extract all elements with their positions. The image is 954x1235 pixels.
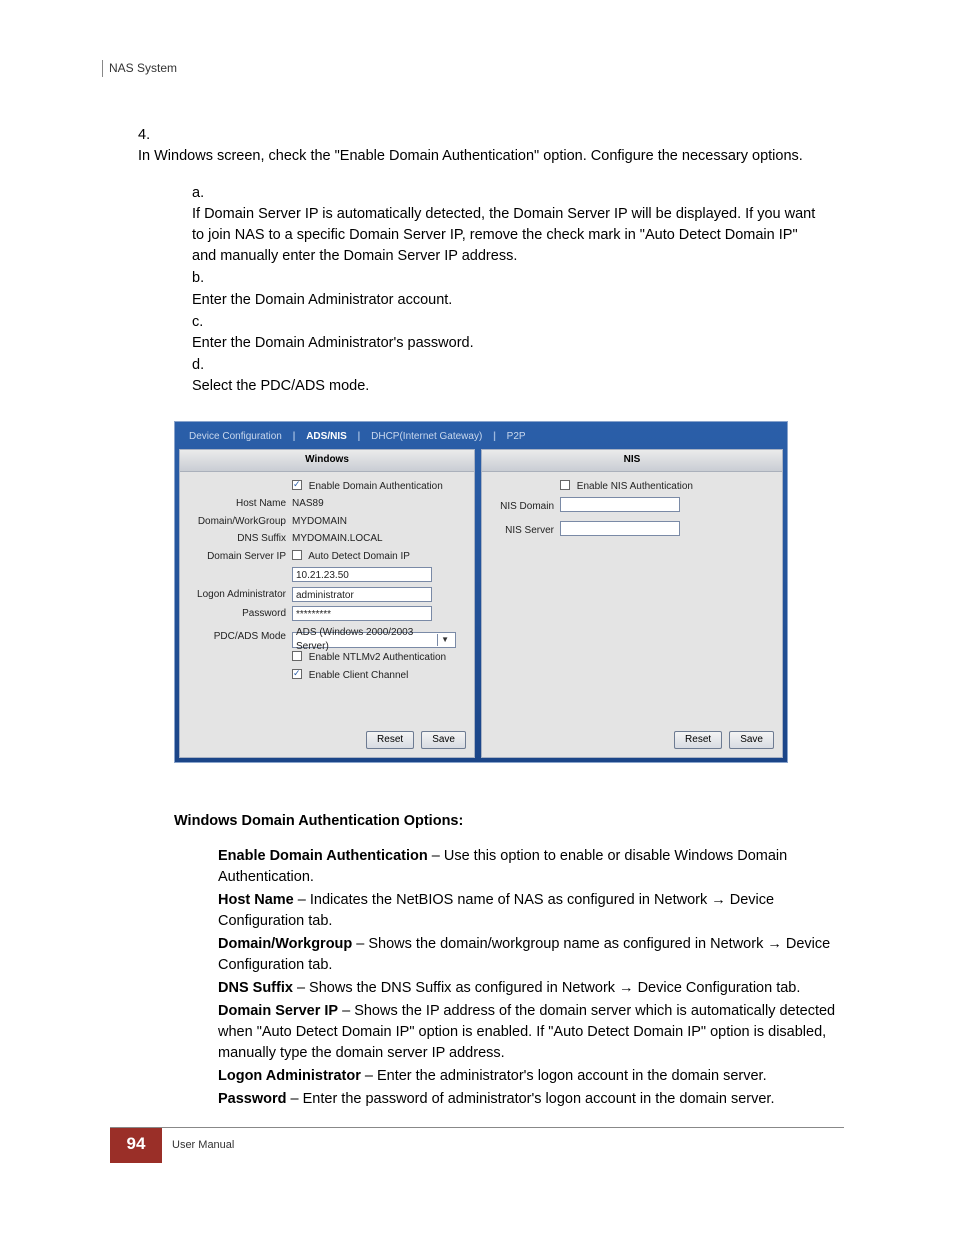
logon-admin-input[interactable]: administrator: [292, 587, 432, 602]
tab-device-config[interactable]: Device Configuration: [189, 431, 282, 442]
def-item: Domain/Workgroup – Shows the domain/work…: [218, 934, 844, 976]
def-term: Logon Administrator: [218, 1068, 361, 1084]
enable-ntlmv2-checkbox[interactable]: [292, 651, 302, 661]
substep-body: Select the PDC/ADS mode.: [192, 376, 816, 397]
nis-reset-button[interactable]: Reset: [674, 731, 722, 750]
substep-c: c. Enter the Domain Administrator's pass…: [192, 312, 844, 354]
def-item: Host Name – Indicates the NetBIOS name o…: [218, 890, 844, 932]
substep-a: a. If Domain Server IP is automatically …: [192, 183, 844, 267]
step-body: In Windows screen, check the "Enable Dom…: [138, 146, 816, 167]
def-term: Password: [218, 1091, 287, 1107]
pdc-ads-mode-select[interactable]: ADS (Windows 2000/2003 Server) ▼: [292, 632, 456, 648]
def-item: Enable Domain Authentication – Use this …: [218, 846, 844, 888]
nis-server-label: NIS Server: [490, 524, 560, 539]
def-item: DNS Suffix – Shows the DNS Suffix as con…: [218, 978, 844, 999]
password-input[interactable]: *********: [292, 606, 432, 621]
domain-label: Domain/WorkGroup: [188, 515, 292, 530]
dns-suffix-value: MYDOMAIN.LOCAL: [292, 532, 466, 547]
substep-letter: b.: [192, 268, 216, 289]
def-term: Host Name: [218, 892, 294, 908]
header-text: NAS System: [102, 60, 844, 77]
hostname-value: NAS89: [292, 497, 466, 512]
domain-value: MYDOMAIN: [292, 515, 466, 530]
def-term: DNS Suffix: [218, 980, 293, 996]
chevron-down-icon[interactable]: ▼: [437, 634, 452, 646]
hostname-label: Host Name: [188, 497, 292, 512]
def-term: Domain/Workgroup: [218, 936, 352, 952]
definition-list: Enable Domain Authentication – Use this …: [218, 846, 844, 1110]
def-item: Logon Administrator – Enter the administ…: [218, 1066, 844, 1087]
nis-domain-label: NIS Domain: [490, 500, 560, 515]
windows-panel: Windows Enable Domain Authentication Hos…: [179, 449, 475, 758]
panel-head-windows: Windows: [180, 450, 474, 472]
auto-detect-ip-label: Auto Detect Domain IP: [308, 551, 410, 562]
auto-detect-ip-checkbox[interactable]: [292, 550, 302, 560]
logon-admin-label: Logon Administrator: [188, 588, 292, 603]
substep-d: d. Select the PDC/ADS mode.: [192, 355, 844, 397]
windows-reset-button[interactable]: Reset: [366, 731, 414, 750]
enable-domain-auth-label: Enable Domain Authentication: [309, 481, 443, 492]
page-number: 94: [110, 1128, 162, 1163]
panel-head-nis: NIS: [482, 450, 782, 472]
substep-body: If Domain Server IP is automatically det…: [192, 204, 816, 267]
domain-server-ip-input[interactable]: 10.21.23.50: [292, 567, 432, 582]
nis-domain-input[interactable]: [560, 497, 680, 512]
enable-domain-auth-checkbox[interactable]: [292, 480, 302, 490]
substep-body: Enter the Domain Administrator's passwor…: [192, 333, 816, 354]
def-rest: – Enter the administrator's logon accoun…: [361, 1068, 767, 1084]
def-item: Domain Server IP – Shows the IP address …: [218, 1001, 844, 1064]
nis-panel: NIS Enable NIS Authentication NIS Domain: [481, 449, 783, 758]
pdc-ads-mode-label: PDC/ADS Mode: [188, 630, 292, 645]
step-4: 4. In Windows screen, check the "Enable …: [138, 125, 844, 167]
def-term: Enable Domain Authentication: [218, 848, 428, 864]
nis-save-button[interactable]: Save: [729, 731, 774, 750]
enable-client-channel-checkbox[interactable]: [292, 669, 302, 679]
def-rest: – Shows the DNS Suffix as configured in …: [293, 980, 800, 996]
def-rest: – Indicates the NetBIOS name of NAS as c…: [218, 892, 774, 929]
enable-nis-auth-checkbox[interactable]: [560, 480, 570, 490]
def-rest: – Enter the password of administrator's …: [287, 1091, 775, 1107]
page-footer: 94 User Manual: [110, 1127, 844, 1163]
windows-save-button[interactable]: Save: [421, 731, 466, 750]
enable-client-channel-label: Enable Client Channel: [309, 670, 409, 681]
substep-body: Enter the Domain Administrator account.: [192, 290, 816, 311]
step-num: 4.: [138, 125, 162, 146]
substep-letter: a.: [192, 183, 216, 204]
substep-b: b. Enter the Domain Administrator accoun…: [192, 268, 844, 310]
enable-ntlmv2-label: Enable NTLMv2 Authentication: [309, 652, 446, 663]
tab-ads-nis[interactable]: ADS/NIS: [306, 431, 347, 442]
enable-nis-auth-label: Enable NIS Authentication: [577, 481, 693, 492]
tab-bar: Device Configuration | ADS/NIS | DHCP(In…: [179, 426, 783, 450]
password-label: Password: [188, 607, 292, 622]
def-item: Password – Enter the password of adminis…: [218, 1089, 844, 1110]
substep-letter: c.: [192, 312, 216, 333]
tab-sep: |: [293, 431, 296, 442]
footer-manual-label: User Manual: [172, 1138, 234, 1154]
substep-letter: d.: [192, 355, 216, 376]
def-term: Domain Server IP: [218, 1003, 338, 1019]
config-screenshot: Device Configuration | ADS/NIS | DHCP(In…: [174, 421, 788, 764]
nis-server-input[interactable]: [560, 521, 680, 536]
section-heading: Windows Domain Authentication Options:: [174, 811, 844, 832]
dns-suffix-label: DNS Suffix: [188, 532, 292, 547]
tab-sep: |: [358, 431, 361, 442]
tab-p2p[interactable]: P2P: [507, 431, 526, 442]
domain-server-ip-label: Domain Server IP: [188, 550, 292, 565]
tab-sep: |: [493, 431, 496, 442]
tab-dhcp[interactable]: DHCP(Internet Gateway): [371, 431, 482, 442]
